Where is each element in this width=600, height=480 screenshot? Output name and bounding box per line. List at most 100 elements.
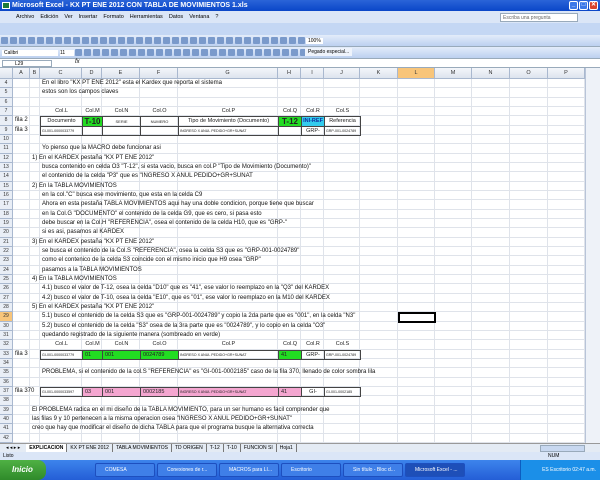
grid-cell[interactable] (301, 79, 324, 89)
grid-cell[interactable] (472, 377, 510, 387)
row-header-41[interactable]: 41 (0, 424, 13, 434)
grid-cell[interactable] (548, 172, 585, 182)
grid-cell[interactable] (360, 321, 398, 331)
grid-cell[interactable] (13, 321, 30, 331)
font-select[interactable]: Calibri (2, 50, 58, 57)
grid-cell[interactable] (360, 358, 398, 369)
grid-cell[interactable] (360, 330, 398, 341)
grid-cell[interactable] (510, 377, 548, 387)
grid-cell[interactable] (13, 218, 30, 229)
grid-cell[interactable] (140, 265, 178, 275)
grid-cell[interactable] (510, 116, 548, 126)
toolbar-button-icon[interactable] (82, 37, 89, 44)
grid-cell[interactable] (178, 144, 278, 154)
grid-cell[interactable] (510, 228, 548, 238)
column-header-o[interactable]: O (510, 68, 548, 79)
table-cell-f37[interactable]: 0002185 (140, 386, 179, 398)
grid-cell[interactable] (435, 433, 472, 443)
grid-cell[interactable] (301, 153, 324, 163)
grid-cell[interactable] (435, 358, 472, 369)
grid-cell[interactable] (472, 405, 510, 415)
grid-cell[interactable] (301, 330, 324, 341)
grid-cell[interactable] (510, 368, 548, 378)
grid-cell[interactable] (324, 79, 360, 89)
grid-cell[interactable] (398, 340, 435, 350)
grid-cell[interactable] (398, 97, 435, 107)
grid-cell[interactable] (548, 274, 585, 285)
toolbar-button-icon[interactable] (291, 49, 298, 56)
grid-cell[interactable] (301, 228, 324, 238)
grid-cell[interactable] (510, 386, 548, 397)
grid-cell[interactable] (324, 414, 360, 425)
sheet-tab-t-12[interactable]: T-12 (207, 444, 224, 452)
table-cell-i37[interactable]: GI- (301, 386, 325, 398)
grid-cell[interactable] (301, 377, 324, 387)
grid-cell[interactable] (301, 246, 324, 257)
grid-cell[interactable] (398, 144, 435, 154)
toolbar-button-icon[interactable] (73, 37, 80, 44)
column-header-h[interactable]: H (278, 68, 301, 79)
grid-cell[interactable] (398, 293, 435, 303)
row-header-29[interactable]: 29 (0, 312, 13, 322)
grid-cell[interactable] (102, 358, 140, 369)
grid-cell[interactable] (360, 79, 398, 89)
table-cell-g37[interactable]: INGRESO X ANUL PEDIDO+GR+SUNAT (178, 386, 279, 398)
grid-cell[interactable] (510, 144, 548, 154)
grid-cell[interactable] (324, 246, 360, 257)
grid-cell[interactable] (548, 256, 585, 266)
grid-cell[interactable] (472, 79, 510, 89)
grid-cell[interactable] (548, 302, 585, 313)
grid-cell[interactable] (30, 377, 40, 387)
grid-cell[interactable] (360, 377, 398, 387)
grid-cell[interactable] (472, 190, 510, 201)
formula-bar[interactable] (0, 59, 600, 68)
grid-cell[interactable] (510, 284, 548, 294)
toolbar-button-icon[interactable] (199, 37, 206, 44)
column-header-e[interactable]: E (102, 68, 140, 79)
function-icon[interactable]: fx (75, 59, 80, 65)
grid-cell[interactable] (472, 358, 510, 369)
grid-cell[interactable] (102, 134, 140, 145)
grid-cell[interactable] (472, 312, 510, 322)
font-size-select[interactable]: 11 (60, 50, 74, 57)
grid-cell[interactable] (548, 349, 585, 359)
grid-cell[interactable] (324, 162, 360, 173)
grid-cell[interactable] (398, 265, 435, 275)
grid-cell[interactable] (435, 414, 472, 425)
grid-cell[interactable] (278, 433, 301, 443)
toolbar-button-icon[interactable] (91, 37, 98, 44)
grid-cell[interactable] (435, 88, 472, 98)
grid-cell[interactable] (510, 358, 548, 369)
row-header-17[interactable]: 17 (0, 200, 13, 210)
column-header-c[interactable]: C (40, 68, 82, 79)
grid-cell[interactable] (472, 274, 510, 285)
toolbar-button-icon[interactable] (102, 49, 109, 56)
grid-cell[interactable] (435, 228, 472, 238)
toolbar-button-icon[interactable] (28, 37, 35, 44)
grid-cell[interactable] (324, 181, 360, 191)
grid-cell[interactable] (30, 349, 40, 359)
grid-cell[interactable] (102, 377, 140, 387)
table-cell-c9[interactable]: GI-001-0000033779 (40, 125, 83, 136)
close-button[interactable]: ✕ (589, 1, 598, 10)
toolbar-button-icon[interactable] (129, 49, 136, 56)
grid-cell[interactable] (398, 200, 435, 210)
grid-cell[interactable] (472, 246, 510, 257)
grid-cell[interactable] (435, 321, 472, 331)
grid-cell[interactable] (472, 302, 510, 313)
grid-cell[interactable] (510, 79, 548, 89)
grid-cell[interactable] (510, 312, 548, 322)
grid-cell[interactable] (360, 209, 398, 219)
grid-cell[interactable] (435, 312, 472, 322)
grid-cell[interactable] (398, 330, 435, 341)
grid-cell[interactable] (324, 218, 360, 229)
grid-cell[interactable] (398, 106, 435, 117)
grid-cell[interactable] (472, 134, 510, 145)
grid-cell[interactable] (435, 97, 472, 107)
grid-cell[interactable] (30, 340, 40, 350)
grid-cell[interactable] (13, 274, 30, 285)
toolbar-button-icon[interactable] (84, 49, 91, 56)
grid-cell[interactable] (435, 256, 472, 266)
grid-cell[interactable] (360, 274, 398, 285)
grid-cell[interactable] (435, 349, 472, 359)
